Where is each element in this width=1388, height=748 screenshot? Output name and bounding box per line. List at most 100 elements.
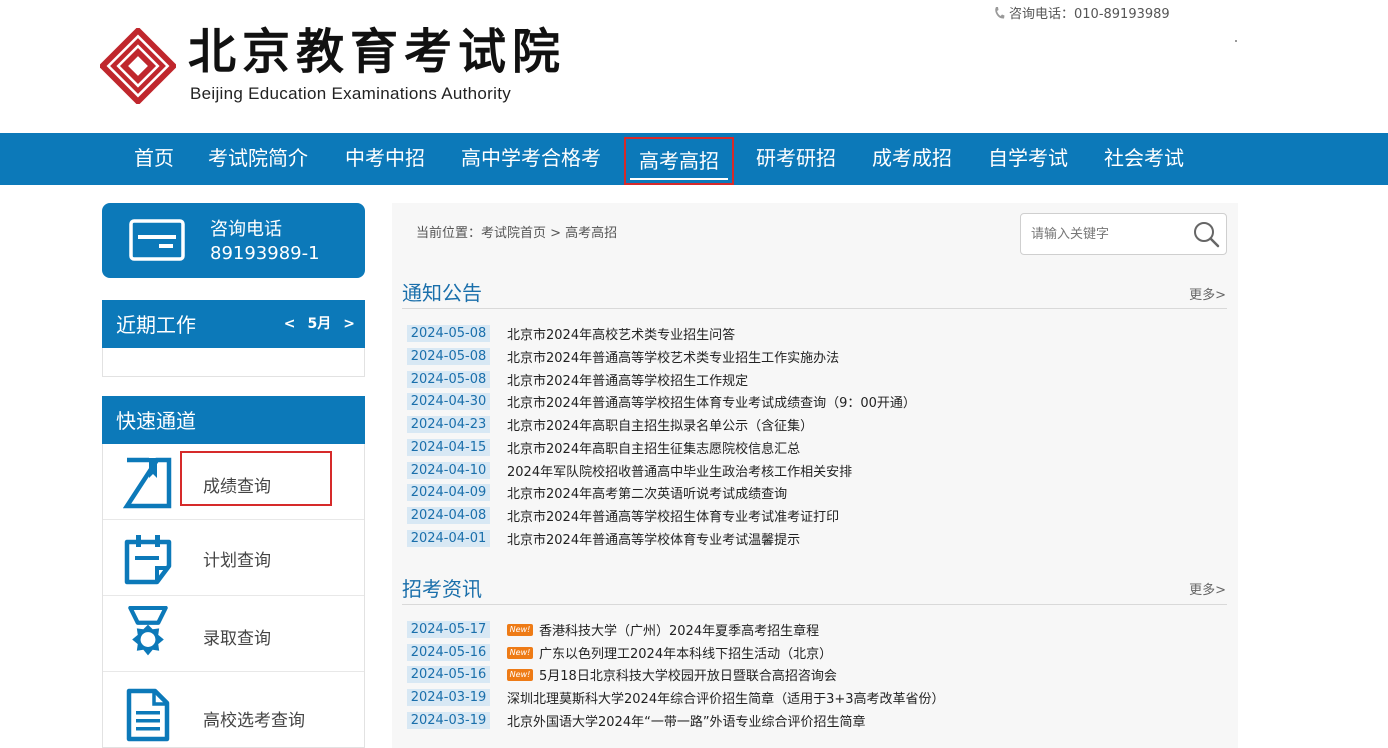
- quick-item-plan-label: 计划查询: [203, 551, 271, 571]
- recruit-row[interactable]: 2024-05-16 New! 5月18日北京科技大学校园开放日暨联合高招咨询会: [407, 664, 837, 684]
- search-input[interactable]: [1031, 223, 1181, 245]
- recruit-news-more-link[interactable]: 更多>: [1189, 579, 1226, 598]
- header-dot: [1235, 40, 1237, 42]
- nav-about[interactable]: 考试院简介: [208, 133, 308, 185]
- notice-row[interactable]: 2024-04-01 北京市2024年普通高等学校体育专业考试温馨提示: [407, 528, 800, 548]
- notices-more-link[interactable]: 更多>: [1189, 284, 1226, 303]
- notice-link[interactable]: 北京市2024年高校艺术类专业招生问答: [507, 324, 735, 343]
- recruit-news-title: 招考资讯: [402, 577, 482, 601]
- recent-work-header: 近期工作 <5月 >: [102, 300, 365, 348]
- quick-item-admission-label: 录取查询: [203, 629, 271, 649]
- recruit-row[interactable]: 2024-05-17 New! 香港科技大学（广州）2024年夏季高考招生章程: [407, 619, 819, 639]
- quick-channel-header: 快速通道: [102, 396, 365, 444]
- recruit-news-divider: [402, 604, 1227, 605]
- hotline-card[interactable]: 咨询电话 89193989-1: [102, 203, 365, 278]
- month-next-button[interactable]: >: [343, 316, 355, 332]
- notice-row[interactable]: 2024-05-08 北京市2024年高校艺术类专业招生问答: [407, 323, 735, 343]
- notice-link[interactable]: 北京市2024年普通高等学校艺术类专业招生工作实施办法: [507, 347, 839, 366]
- nav-zikao[interactable]: 自学考试: [988, 133, 1068, 185]
- hotline-card-number: 89193989-1: [210, 243, 320, 264]
- main-content: 当前位置：考试院首页 > 高考高招 通知公告 更多> 2024-05-08 北京市…: [392, 203, 1238, 748]
- search-icon[interactable]: [1192, 220, 1220, 248]
- notice-date: 2024-04-01: [407, 530, 490, 547]
- notice-row[interactable]: 2024-04-30 北京市2024年普通高等学校招生体育专业考试成绩查询（9：0…: [407, 391, 916, 411]
- notice-date: 2024-05-08: [407, 325, 490, 342]
- bookmark-icon: [123, 457, 172, 509]
- new-badge: New!: [507, 668, 533, 681]
- phone-icon: [995, 7, 1005, 19]
- nav-gaokao[interactable]: 高考高招: [624, 137, 734, 185]
- search-box: [1020, 213, 1227, 255]
- notice-link[interactable]: 北京市2024年普通高等学校体育专业考试温馨提示: [507, 529, 800, 548]
- recruit-row[interactable]: 2024-03-19 深圳北理莫斯科大学2024年综合评价招生简章（适用于3+3高…: [407, 687, 945, 707]
- recruit-date: 2024-03-19: [407, 689, 490, 706]
- recruit-date: 2024-05-16: [407, 666, 490, 683]
- breadcrumb: 当前位置：考试院首页 > 高考高招: [416, 226, 618, 241]
- notice-link[interactable]: 北京市2024年高职自主招生拟录名单公示（含征集）: [507, 415, 813, 434]
- site-logo[interactable]: 北京教育考试院 Beijing Education Examinations A…: [100, 24, 560, 108]
- medal-icon: [128, 606, 168, 656]
- notice-row[interactable]: 2024-04-23 北京市2024年高职自主招生拟录名单公示（含征集）: [407, 414, 813, 434]
- main-nav: 首页 考试院简介 中考中招 高中学考合格考 高考高招 研考研招 成考成招 自学考…: [0, 133, 1388, 185]
- notice-row[interactable]: 2024-04-08 北京市2024年普通高等学校招生体育专业考试准考证打印: [407, 505, 839, 525]
- quick-item-admission[interactable]: 录取查询: [103, 596, 364, 672]
- notice-date: 2024-04-30: [407, 393, 490, 410]
- hotline-card-label: 咨询电话: [210, 219, 282, 240]
- notice-row[interactable]: 2024-04-15 北京市2024年高职自主招生征集志愿院校信息汇总: [407, 437, 800, 457]
- card-icon: [129, 219, 185, 261]
- recruit-link[interactable]: 广东以色列理工2024年本科线下招生活动（北京）: [539, 643, 832, 662]
- month-label: 5月: [307, 316, 332, 332]
- logo-title-cn: 北京教育考试院: [188, 24, 567, 80]
- nav-yankao[interactable]: 研考研招: [756, 133, 836, 185]
- notice-link[interactable]: 北京市2024年高考第二次英语听说考试成绩查询: [507, 483, 787, 502]
- notice-link[interactable]: 北京市2024年普通高等学校招生体育专业考试成绩查询（9：00开通）: [507, 392, 916, 411]
- notice-row[interactable]: 2024-05-08 北京市2024年普通高等学校艺术类专业招生工作实施办法: [407, 346, 839, 366]
- recent-work-title: 近期工作: [116, 313, 196, 337]
- notice-date: 2024-04-23: [407, 416, 490, 433]
- notice-date: 2024-04-15: [407, 439, 490, 456]
- recruit-link[interactable]: 北京外国语大学2024年“一带一路”外语专业综合评价招生简章: [507, 711, 866, 730]
- quick-item-subject[interactable]: 高校选考查询: [103, 672, 364, 748]
- quick-item-plan[interactable]: 计划查询: [103, 520, 364, 596]
- document-icon: [126, 688, 170, 742]
- hotline-text: 咨询电话：010-89193989: [1009, 7, 1170, 22]
- nav-gaokao-label: 高考高招: [639, 149, 719, 173]
- nav-xuekao[interactable]: 高中学考合格考: [461, 133, 601, 185]
- recruit-date: 2024-03-19: [407, 712, 490, 729]
- recruit-date: 2024-05-16: [407, 644, 490, 661]
- notices-divider: [402, 308, 1227, 309]
- nav-active-underline: [630, 178, 728, 180]
- calendar-icon: [124, 535, 172, 585]
- month-prev-button[interactable]: <: [284, 316, 296, 332]
- notice-link[interactable]: 北京市2024年普通高等学校招生工作规定: [507, 370, 748, 389]
- new-badge: New!: [507, 623, 533, 636]
- site-header: 北京教育考试院 Beijing Education Examinations A…: [0, 0, 1388, 133]
- logo-emblem-icon: [100, 28, 176, 104]
- recruit-row[interactable]: 2024-03-19 北京外国语大学2024年“一带一路”外语专业综合评价招生简章: [407, 710, 866, 730]
- notice-row[interactable]: 2024-05-08 北京市2024年普通高等学校招生工作规定: [407, 369, 748, 389]
- new-badge: New!: [507, 646, 533, 659]
- header-hotline: 咨询电话：010-89193989: [993, 3, 1170, 22]
- notice-link[interactable]: 北京市2024年普通高等学校招生体育专业考试准考证打印: [507, 506, 839, 525]
- nav-zhongkao[interactable]: 中考中招: [345, 133, 425, 185]
- recent-work-body: [102, 348, 365, 377]
- logo-title-en: Beijing Education Examinations Authority: [190, 84, 512, 103]
- quick-item-subject-label: 高校选考查询: [203, 711, 305, 731]
- nav-home[interactable]: 首页: [134, 133, 174, 185]
- notice-row[interactable]: 2024-04-09 北京市2024年高考第二次英语听说考试成绩查询: [407, 482, 787, 502]
- month-switcher: <5月 >: [272, 300, 355, 348]
- recruit-date: 2024-05-17: [407, 621, 490, 638]
- notice-link[interactable]: 2024年军队院校招收普通高中毕业生政治考核工作相关安排: [507, 461, 852, 480]
- notice-date: 2024-05-08: [407, 371, 490, 388]
- notice-link[interactable]: 北京市2024年高职自主招生征集志愿院校信息汇总: [507, 438, 800, 457]
- recruit-link[interactable]: 5月18日北京科技大学校园开放日暨联合高招咨询会: [539, 665, 837, 684]
- recruit-row[interactable]: 2024-05-16 New! 广东以色列理工2024年本科线下招生活动（北京）: [407, 642, 832, 662]
- notices-title: 通知公告: [402, 281, 482, 305]
- recruit-link[interactable]: 深圳北理莫斯科大学2024年综合评价招生简章（适用于3+3高考改革省份）: [507, 688, 945, 707]
- notice-date: 2024-04-08: [407, 507, 490, 524]
- notice-row[interactable]: 2024-04-10 2024年军队院校招收普通高中毕业生政治考核工作相关安排: [407, 460, 852, 480]
- recruit-link[interactable]: 香港科技大学（广州）2024年夏季高考招生章程: [539, 620, 819, 639]
- nav-shehui[interactable]: 社会考试: [1104, 133, 1184, 185]
- nav-chengkao[interactable]: 成考成招: [872, 133, 952, 185]
- quick-channel-title: 快速通道: [116, 409, 196, 433]
